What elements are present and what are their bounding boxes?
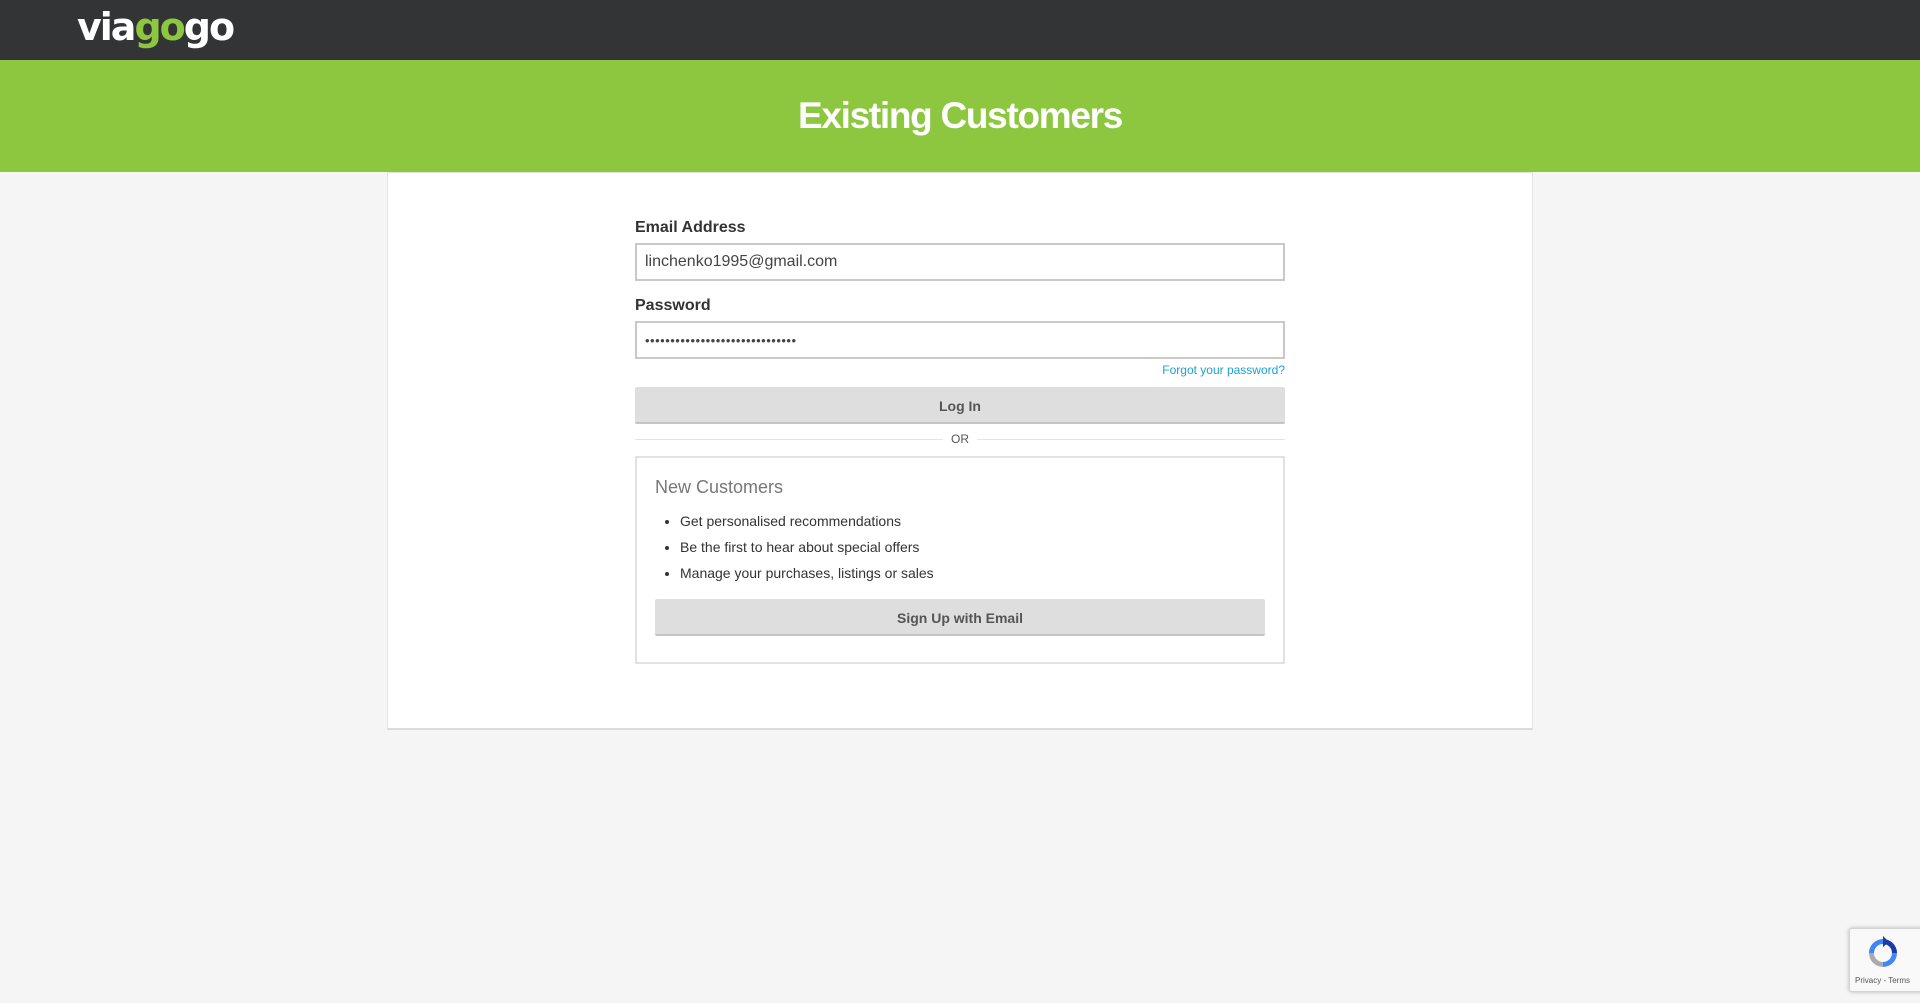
login-form: Email Address Password Forgot your passw… — [635, 218, 1285, 664]
top-navbar: viagogo — [0, 0, 1920, 60]
email-label: Email Address — [635, 219, 746, 236]
forgot-password-row: Forgot your password? — [635, 359, 1285, 387]
benefits-list: Get personalised recommendations Be the … — [655, 508, 1265, 586]
logo-text-go-green: go — [134, 5, 185, 49]
login-card: Email Address Password Forgot your passw… — [387, 172, 1533, 730]
benefit-item: Be the first to hear about special offer… — [680, 534, 1265, 560]
email-field[interactable] — [635, 243, 1285, 281]
forgot-password-link[interactable]: Forgot your password? — [1162, 363, 1285, 377]
recaptcha-links: Privacy - Terms — [1855, 976, 1910, 985]
new-customers-panel: New Customers Get personalised recommend… — [635, 456, 1285, 664]
or-label: OR — [943, 432, 977, 446]
hero-banner: Existing Customers — [0, 60, 1920, 172]
logo-text-via: via — [77, 5, 136, 49]
password-field[interactable] — [635, 321, 1285, 359]
recaptcha-badge[interactable]: Privacy - Terms — [1849, 928, 1920, 992]
benefit-item: Get personalised recommendations — [680, 508, 1265, 534]
viagogo-logo[interactable]: viagogo — [77, 4, 235, 50]
new-customers-title: New Customers — [655, 477, 784, 497]
page-title: Existing Customers — [797, 95, 1123, 136]
benefit-item: Manage your purchases, listings or sales — [680, 560, 1265, 586]
log-in-button[interactable]: Log In — [635, 387, 1285, 424]
recaptcha-privacy-link[interactable]: Privacy — [1855, 976, 1881, 985]
logo-text-go: go — [183, 5, 235, 49]
sign-up-with-email-button[interactable]: Sign Up with Email — [655, 599, 1265, 636]
recaptcha-icon — [1869, 936, 1897, 967]
recaptcha-terms-link[interactable]: Terms — [1888, 976, 1910, 985]
password-label: Password — [635, 297, 711, 314]
or-divider: OR — [635, 424, 1285, 456]
